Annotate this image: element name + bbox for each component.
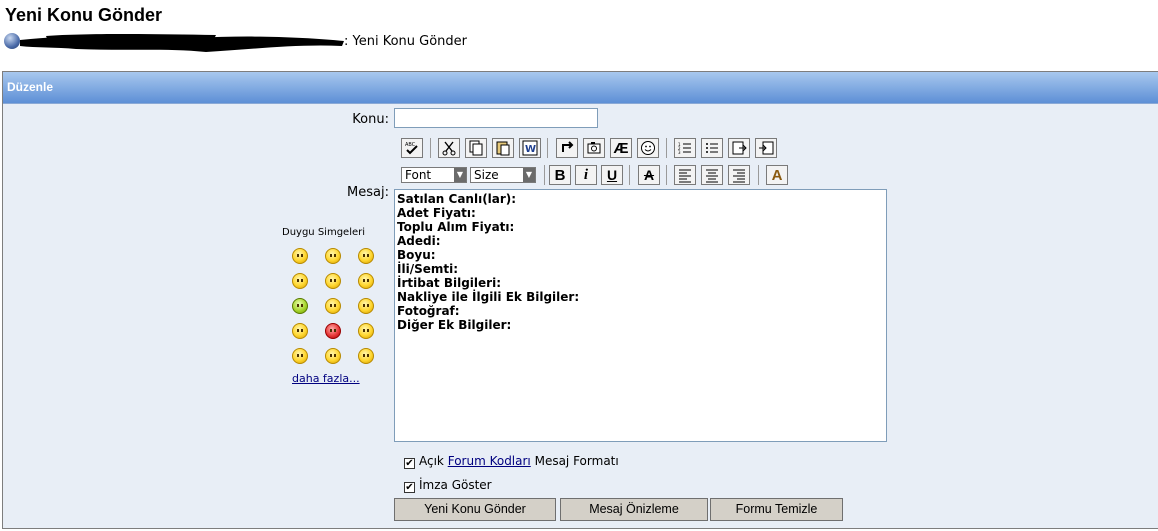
- ordered-list-icon[interactable]: 123: [674, 138, 696, 158]
- align-center-icon[interactable]: [701, 165, 723, 185]
- chevron-down-icon: ▼: [523, 168, 535, 182]
- message-label: Mesaj:: [347, 185, 389, 200]
- message-line: Adedi:: [397, 234, 441, 248]
- message-line: Fotoğraf:: [397, 304, 460, 318]
- wink-smiley-icon[interactable]: [358, 248, 374, 264]
- breadcrumb: : Yeni Konu Gönder: [4, 32, 604, 52]
- toolbar-separator: [666, 165, 667, 185]
- font-select[interactable]: Font ▼: [401, 167, 467, 183]
- size-select[interactable]: Size ▼: [470, 167, 536, 183]
- reset-button[interactable]: Formu Temizle: [710, 498, 843, 521]
- toolbar-separator: [666, 138, 667, 158]
- signature-option: ✔ İmza Göster: [404, 478, 492, 493]
- forum-codes-option: ✔ Açık Forum Kodları Mesaj Formatı: [404, 454, 619, 469]
- panel-header: Düzenle: [3, 72, 1158, 104]
- page-title: Yeni Konu Gönder: [5, 5, 163, 25]
- copy-icon[interactable]: [465, 138, 487, 158]
- star-smiley-icon[interactable]: [292, 348, 308, 364]
- message-textarea[interactable]: Satılan Canlı(lar): Adet Fiyatı: Toplu Alı…: [394, 189, 887, 442]
- align-right-icon[interactable]: [728, 165, 750, 185]
- signature-checkbox[interactable]: ✔: [404, 482, 415, 493]
- underline-button[interactable]: U: [601, 165, 623, 185]
- signature-label: İmza Göster: [419, 478, 492, 492]
- shocked-smiley-icon[interactable]: [325, 348, 341, 364]
- unordered-list-icon[interactable]: [701, 138, 723, 158]
- paste-icon[interactable]: [492, 138, 514, 158]
- message-line: İrtibat Bilgileri:: [397, 276, 501, 290]
- size-select-value: Size: [474, 168, 499, 182]
- toolbar-separator: [547, 138, 548, 158]
- svg-text:3: 3: [678, 150, 681, 155]
- smiley-icon[interactable]: [292, 248, 308, 264]
- submit-button[interactable]: Yeni Konu Gönder: [394, 498, 556, 521]
- toolbar-separator: [629, 165, 630, 185]
- undo-icon[interactable]: [556, 138, 578, 158]
- subject-label: Konu:: [352, 112, 389, 127]
- message-line: Satılan Canlı(lar):: [397, 192, 517, 206]
- indent-icon[interactable]: [728, 138, 750, 158]
- forum-codes-checkbox[interactable]: ✔: [404, 458, 415, 469]
- svg-text:W: W: [525, 144, 536, 155]
- crying-smiley-icon[interactable]: [292, 323, 308, 339]
- strikethrough-button[interactable]: A: [638, 165, 660, 185]
- preview-button[interactable]: Mesaj Önizleme: [560, 498, 708, 521]
- smiley-insert-icon[interactable]: [637, 138, 659, 158]
- panel-title: Düzenle: [7, 80, 54, 94]
- align-left-icon[interactable]: [674, 165, 696, 185]
- chevron-down-icon: ▼: [454, 168, 466, 182]
- toolbar-separator: [544, 165, 545, 185]
- toolbar-separator: [430, 138, 431, 158]
- special-char-icon[interactable]: Æ: [610, 138, 632, 158]
- text-color-button[interactable]: A: [766, 165, 788, 185]
- svg-text:ABC: ABC: [405, 142, 416, 148]
- smile-smiley-icon[interactable]: [358, 348, 374, 364]
- sick-smiley-icon[interactable]: [292, 298, 308, 314]
- spellcheck-icon[interactable]: ABC: [401, 138, 423, 158]
- happy-smiley-icon[interactable]: [358, 273, 374, 289]
- smiley-icon[interactable]: [325, 248, 341, 264]
- message-line: Diğer Ek Bilgiler:: [397, 318, 512, 332]
- font-select-value: Font: [405, 168, 432, 182]
- toolbar-separator: [758, 165, 759, 185]
- forum-codes-link[interactable]: Forum Kodları: [448, 454, 531, 468]
- image-icon[interactable]: [583, 138, 605, 158]
- smilies-title: Duygu Simgeleri: [282, 227, 366, 238]
- message-line: Boyu:: [397, 248, 436, 262]
- redacted-breadcrumb-links: [20, 34, 344, 52]
- outdent-icon[interactable]: [755, 138, 777, 158]
- breadcrumb-current: : Yeni Konu Gönder: [344, 34, 468, 49]
- angry-smiley-icon[interactable]: [325, 323, 341, 339]
- message-line: Toplu Alım Fiyatı:: [397, 220, 515, 234]
- more-smilies-link[interactable]: daha fazla...: [292, 372, 360, 385]
- tongue-smiley-icon[interactable]: [325, 298, 341, 314]
- confused-smiley-icon[interactable]: [292, 273, 308, 289]
- surprised-smiley-icon[interactable]: [358, 298, 374, 314]
- cut-icon[interactable]: [438, 138, 460, 158]
- grin-smiley-icon[interactable]: [325, 273, 341, 289]
- paste-word-icon[interactable]: W: [519, 138, 541, 158]
- forum-codes-post: Mesaj Formatı: [534, 454, 619, 468]
- subject-input[interactable]: [394, 108, 598, 128]
- bold-button[interactable]: B: [549, 165, 571, 185]
- italic-button[interactable]: i: [575, 165, 597, 185]
- message-line: Adet Fiyatı:: [397, 206, 476, 220]
- sad-smiley-icon[interactable]: [358, 323, 374, 339]
- forum-codes-pre: Açık: [419, 454, 444, 468]
- message-line: Nakliye ile İlgili Ek Bilgiler:: [397, 290, 580, 304]
- edit-panel: Düzenle Konu: ABC W Æ 123 Font ▼ Size ▼ …: [2, 71, 1158, 529]
- message-line: İli/Semti:: [397, 262, 459, 276]
